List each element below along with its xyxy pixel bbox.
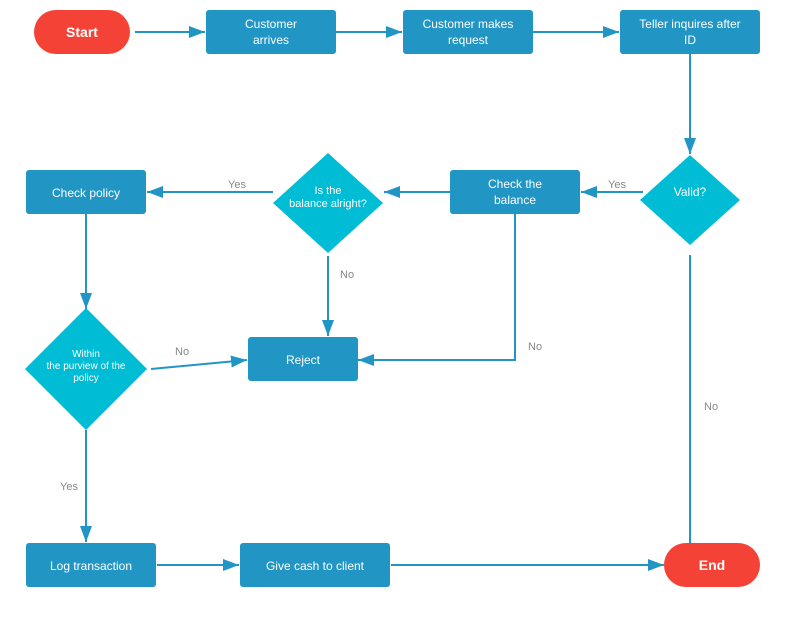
- balance-alright-label: Is the: [315, 185, 342, 197]
- within-policy-label2: the purview of the: [47, 361, 126, 372]
- valid-label: Valid?: [674, 185, 707, 199]
- yes-policy-label: Yes: [60, 481, 78, 493]
- no-checkbalance-label: No: [528, 341, 542, 353]
- yes-valid-label: Yes: [608, 179, 626, 191]
- no-policy-label: No: [175, 346, 189, 358]
- no-valid-label: No: [704, 401, 718, 413]
- log-transaction-label: Log transaction: [50, 559, 132, 573]
- within-policy-label: Within: [72, 349, 100, 360]
- customer-request-label2: request: [448, 33, 489, 47]
- yes-balance-label: Yes: [228, 179, 246, 191]
- customer-arrives-label2: arrives: [253, 33, 289, 47]
- check-balance-label2: balance: [494, 193, 536, 207]
- give-cash-label: Give cash to client: [266, 559, 365, 573]
- end-label: End: [699, 557, 725, 573]
- within-policy-label3: policy: [73, 373, 99, 384]
- customer-arrives-label: Customer: [245, 17, 297, 31]
- customer-request-label: Customer makes: [423, 17, 514, 31]
- start-label: Start: [66, 24, 98, 40]
- no-balance-label: No: [340, 269, 354, 281]
- balance-alright-label2: balance alright?: [289, 198, 367, 210]
- check-balance-label: Check the: [488, 177, 542, 191]
- reject-label: Reject: [286, 353, 321, 367]
- check-policy-label: Check policy: [52, 186, 120, 200]
- teller-id-label2: ID: [684, 33, 696, 47]
- teller-id-label: Teller inquires after: [639, 17, 740, 31]
